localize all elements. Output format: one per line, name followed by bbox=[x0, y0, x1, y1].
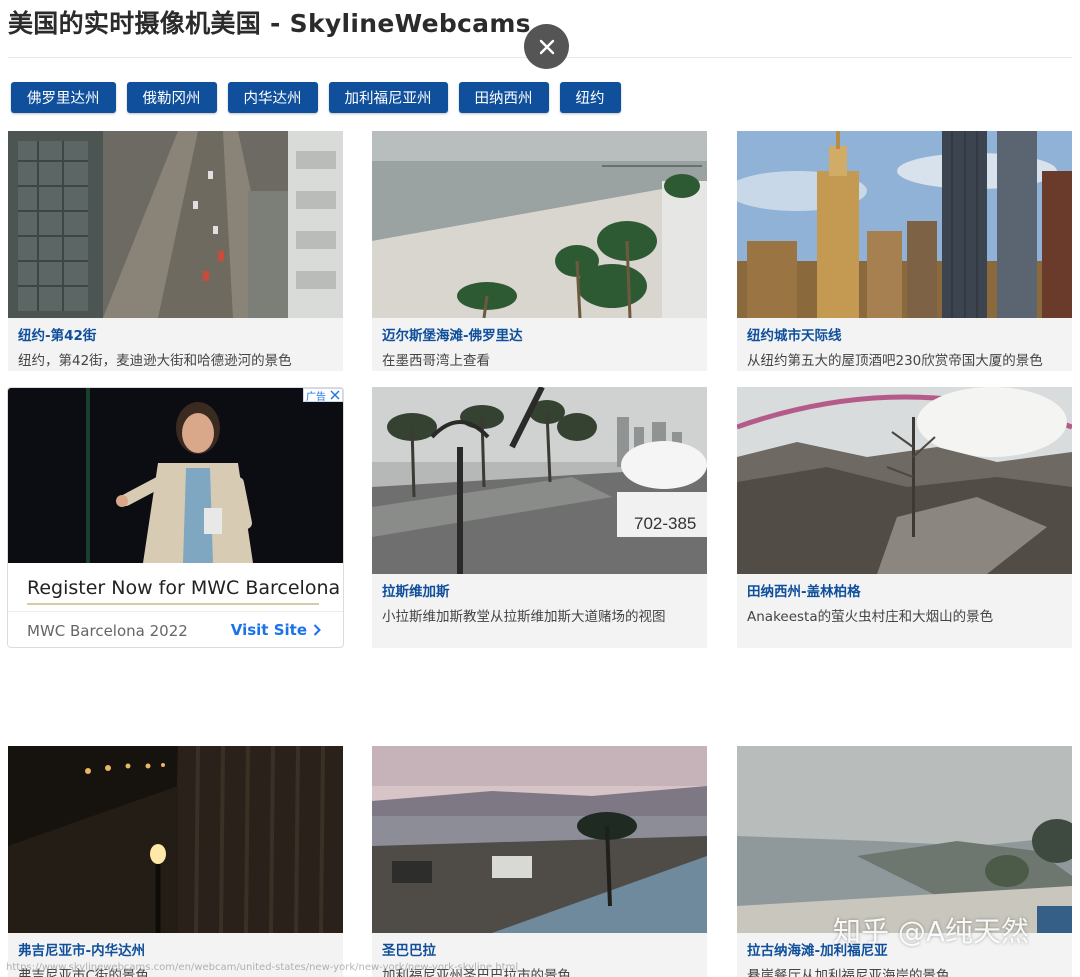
webcam-card-nyc-skyline[interactable]: 纽约城市天际线 从纽约第五大的屋顶酒吧230欣赏帝国大厦的景色 bbox=[737, 131, 1072, 371]
webcam-description: 在墨西哥湾上查看 bbox=[382, 353, 490, 369]
webcam-title[interactable]: 圣巴巴拉 bbox=[372, 933, 707, 959]
webcam-card-virginia-city[interactable]: 弗吉尼亚市-内华达州 弗吉尼亚市C街的景色 bbox=[8, 746, 343, 977]
tab-nevada[interactable]: 内华达州 bbox=[227, 82, 318, 113]
state-filter-tabs: 佛罗里达州 俄勒冈州 内华达州 加利福尼亚州 田纳西州 纽约 bbox=[11, 82, 621, 113]
tab-new-york[interactable]: 纽约 bbox=[559, 82, 621, 113]
status-bar-url: https://www.skylinewebcams.com/en/webcam… bbox=[6, 962, 519, 973]
webcam-thumbnail bbox=[8, 131, 343, 318]
page-title: 美国的实时摄像机美国 - SkylineWebcams bbox=[8, 9, 531, 38]
tab-tennessee[interactable]: 田纳西州 bbox=[458, 82, 549, 113]
ad-card[interactable]: 广告 Register Now for MWC Barcelona MWC Ba… bbox=[7, 387, 344, 648]
webcam-description: 从纽约第五大的屋顶酒吧230欣赏帝国大厦的景色 bbox=[747, 353, 1043, 369]
tab-florida[interactable]: 佛罗里达州 bbox=[11, 82, 116, 113]
webcam-card-fort-myers-beach[interactable]: 迈尔斯堡海滩-佛罗里达 在墨西哥湾上查看 bbox=[372, 131, 707, 371]
ad-close-icon[interactable] bbox=[328, 389, 342, 401]
webcam-thumbnail bbox=[737, 746, 1072, 933]
ad-cta-label: Visit Site bbox=[230, 621, 307, 639]
watermark: 知乎 @A纯天然 bbox=[833, 915, 1030, 948]
webcam-description: 小拉斯维加斯教堂从拉斯维加斯大道赌场的视图 bbox=[382, 609, 666, 625]
webcam-title[interactable]: 纽约城市天际线 bbox=[737, 318, 1072, 344]
webcam-description: 纽约，第42街，麦迪逊大街和哈德逊河的景色 bbox=[18, 353, 292, 369]
webcam-card-ny-42nd-street[interactable]: 纽约-第42街 纽约，第42街，麦迪逊大街和哈德逊河的景色 bbox=[8, 131, 343, 371]
webcam-card-gatlinburg[interactable]: 田纳西州-盖林柏格 Anakeesta的萤火虫村庄和大烟山的景色 bbox=[737, 387, 1072, 648]
webcam-thumbnail bbox=[737, 131, 1072, 318]
webcam-card-las-vegas[interactable]: 702-385 拉斯维加斯 小拉斯维加斯教堂从拉斯维加斯大道赌场的视图 bbox=[372, 387, 707, 648]
ad-image bbox=[8, 388, 343, 563]
webcam-thumbnail bbox=[8, 746, 343, 933]
chevron-right-icon bbox=[313, 624, 321, 636]
ad-label: 广告 bbox=[306, 391, 326, 403]
ad-headline-underline bbox=[27, 603, 319, 605]
close-icon bbox=[539, 39, 554, 54]
ad-headline[interactable]: Register Now for MWC Barcelona bbox=[27, 577, 340, 599]
webcam-card-santa-barbara[interactable]: 圣巴巴拉 加利福尼亚州圣巴巴拉市的景色 bbox=[372, 746, 707, 977]
tab-california[interactable]: 加利福尼亚州 bbox=[328, 82, 448, 113]
webcam-title[interactable]: 纽约-第42街 bbox=[8, 318, 343, 344]
ad-source: MWC Barcelona 2022 bbox=[27, 622, 188, 640]
webcam-title[interactable]: 迈尔斯堡海滩-佛罗里达 bbox=[372, 318, 707, 344]
close-button[interactable] bbox=[524, 24, 569, 69]
webcam-thumbnail: 702-385 bbox=[372, 387, 707, 574]
ad-badge[interactable]: 广告 bbox=[303, 388, 343, 403]
webcam-description: 悬崖餐厅从加利福尼亚海岸的景色 bbox=[747, 968, 950, 977]
ad-divider bbox=[8, 611, 343, 612]
webcam-thumbnail bbox=[372, 746, 707, 933]
webcam-description: Anakeesta的萤火虫村庄和大烟山的景色 bbox=[747, 609, 994, 625]
webcam-title[interactable]: 弗吉尼亚市-内华达州 bbox=[8, 933, 343, 959]
webcam-thumbnail bbox=[372, 131, 707, 318]
ad-visit-site-button[interactable]: Visit Site bbox=[231, 621, 321, 639]
sign-number: 702-385 bbox=[634, 514, 696, 533]
webcam-title[interactable]: 拉斯维加斯 bbox=[372, 574, 707, 600]
webcam-title[interactable]: 田纳西州-盖林柏格 bbox=[737, 574, 1072, 600]
webcam-thumbnail bbox=[737, 387, 1072, 574]
tab-oregon[interactable]: 俄勒冈州 bbox=[126, 82, 217, 113]
